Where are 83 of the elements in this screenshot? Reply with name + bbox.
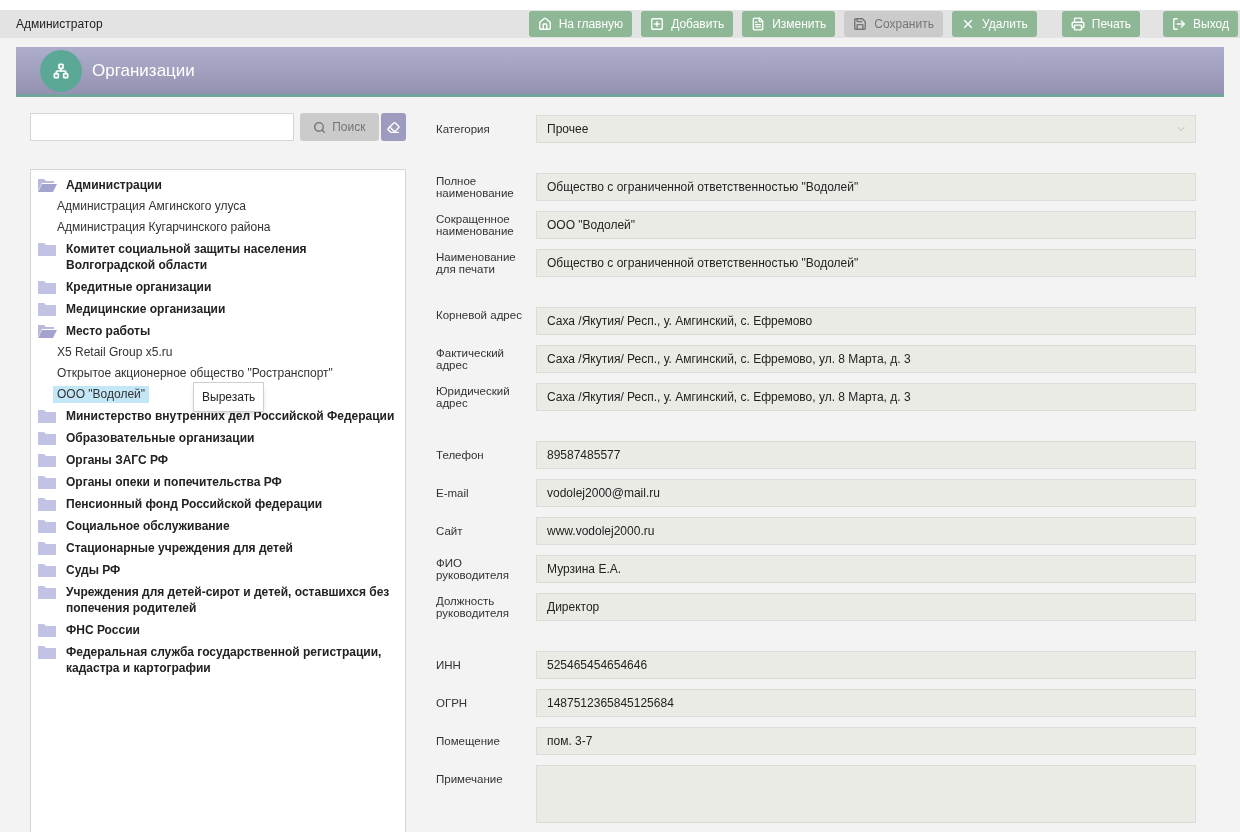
input-field[interactable]: 525465454654646 <box>536 651 1196 679</box>
field-label: Сайт <box>436 524 464 537</box>
exit-icon <box>1172 17 1187 31</box>
search-field[interactable] <box>30 113 294 141</box>
input-field[interactable]: Саха /Якутия/ Респ., у. Амгинский, с. Ефремово, ул. 8 Марта, д. 3 <box>536 345 1196 373</box>
input-field[interactable]: Директор <box>536 593 1196 621</box>
tree-folder-item[interactable]: Учреждения для детей-сирот и детей, оставшихся без попечения родителей <box>66 584 397 616</box>
printer-icon <box>1070 17 1085 31</box>
field-label: Юридический адрес <box>436 384 511 409</box>
input-field[interactable]: Саха /Якутия/ Респ., у. Амгинский, с. Ефремово, ул. 8 Марта, д. 3 <box>536 383 1196 411</box>
plus-icon <box>650 17 665 31</box>
tree-folder-item[interactable]: Социальное обслуживание <box>66 518 230 534</box>
folder-icon <box>37 279 57 295</box>
field-label: Должность руководителя <box>436 594 510 619</box>
folder-icon <box>37 562 57 578</box>
clear-button[interactable] <box>381 113 406 141</box>
folder-icon <box>37 474 57 490</box>
input-field[interactable]: 1487512365845125684 <box>536 689 1196 717</box>
field-label: ФИО руководителя <box>436 556 510 581</box>
input-field[interactable]: ООО "Водолей" <box>536 211 1196 239</box>
folder-icon <box>37 408 57 424</box>
tree-folder-item[interactable]: Образовательные организации <box>66 430 255 446</box>
home-icon <box>537 17 552 31</box>
input-field[interactable]: 89587485577 <box>536 441 1196 469</box>
folder-icon <box>37 301 57 317</box>
tree-folder-item[interactable]: Кредитные организации <box>66 279 212 295</box>
field-label: Сокращенное наименование <box>436 212 515 237</box>
input-field[interactable]: пом. 3-7 <box>536 727 1196 755</box>
tree-item[interactable]: Администрация Амгинского улуса <box>53 198 250 215</box>
input-field[interactable]: Общество с ограниченной ответственностью "Водолей" <box>536 249 1196 277</box>
field-label: Телефон <box>436 448 485 461</box>
input-field[interactable]: Саха /Якутия/ Респ., у. Амгинский, с. Ефремово <box>536 307 1196 335</box>
folder-icon <box>37 452 57 468</box>
tree-folder-item[interactable]: Органы опеки и попечительства РФ <box>66 474 282 490</box>
folder-icon <box>37 540 57 556</box>
tree-folder-item[interactable]: Федеральная служба государственной регистрации, кадастра и картографии <box>66 644 397 676</box>
folder-icon <box>37 584 57 600</box>
folder-icon <box>37 496 57 512</box>
tree-folder-item[interactable]: Суды РФ <box>66 562 121 578</box>
tree-item[interactable]: Администрация Кугарчинского района <box>53 219 275 236</box>
page-title: Организации <box>92 59 195 82</box>
input-field[interactable]: www.vodolej2000.ru <box>536 517 1196 545</box>
field-label: Полное наименование <box>436 174 515 199</box>
save-icon <box>853 17 868 31</box>
tree-folder-item[interactable]: Место работы <box>66 323 151 339</box>
tree-folder-item[interactable]: Стационарные учреждения для детей <box>66 540 293 556</box>
hierarchy-icon <box>40 49 82 92</box>
field-label: Фактический адрес <box>436 346 505 371</box>
tree-folder-item[interactable]: Медицинские организации <box>66 301 226 317</box>
user-name: Администратор <box>16 16 103 33</box>
input-field[interactable]: Общество с ограниченной ответственностью "Водолей" <box>536 173 1196 201</box>
field-label: Категория <box>436 122 491 135</box>
tree-folder-item[interactable]: Пенсионный фонд Российской федерации <box>66 496 323 512</box>
tree-folder-item[interactable]: Администрации <box>66 177 162 193</box>
folder-icon <box>37 518 57 534</box>
tree-item[interactable]: ООО "Водолей" <box>53 386 150 403</box>
field-label: Помещение <box>436 734 501 747</box>
notes-field[interactable] <box>536 765 1196 823</box>
folder-icon <box>37 430 57 446</box>
field-label: E-mail <box>436 486 470 499</box>
field-label: Корневой адрес <box>436 308 523 321</box>
input-field[interactable]: vodolej2000@mail.ru <box>536 479 1196 507</box>
tree-folder-item[interactable]: Комитет социальной защиты населения Волгоградской области <box>66 241 397 273</box>
document-icon <box>751 17 766 31</box>
field-label: Примечание <box>436 772 504 785</box>
tree-folder-item[interactable]: Органы ЗАГС РФ <box>66 452 169 468</box>
menu-item[interactable]: Вырезать <box>202 388 256 406</box>
folder-icon <box>37 241 57 257</box>
field-label: ОГРН <box>436 696 469 709</box>
folder-icon <box>37 644 57 660</box>
field-label: Наименование для печати <box>436 250 517 275</box>
folder-icon <box>37 622 57 638</box>
open-folder-icon <box>37 323 57 339</box>
input-field[interactable]: Мурзина Е.А. <box>536 555 1196 583</box>
search-icon <box>313 120 327 134</box>
field-label: ИНН <box>436 658 462 671</box>
tree-item[interactable]: X5 Retail Group x5.ru <box>53 344 177 361</box>
eraser-icon <box>387 120 401 134</box>
tree-item[interactable]: Открытое акционерное общество "Ространспорт" <box>53 365 337 382</box>
tree-folder-item[interactable]: ФНС России <box>66 622 140 638</box>
open-folder-icon <box>37 177 57 193</box>
tree-folder-item[interactable]: Министерство внутренних дел Российской Федерации <box>66 408 395 424</box>
category-select[interactable]: Прочее <box>536 115 1196 143</box>
